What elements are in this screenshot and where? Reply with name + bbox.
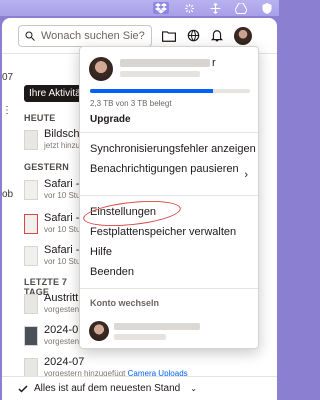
file-thumbnail [24, 180, 38, 200]
edge-text: ob [2, 189, 14, 200]
show-sync-errors-item[interactable]: Synchronisierungsfehler anzeigen [90, 143, 256, 155]
upgrade-link[interactable]: Upgrade [90, 114, 131, 125]
item-subtitle: jetzt hinzu [44, 141, 81, 150]
date-label: 07 [2, 72, 14, 83]
section-yesterday: GESTERN [24, 162, 69, 172]
file-thumbnail [24, 214, 38, 234]
globe-icon[interactable] [186, 29, 200, 43]
search-icon [25, 31, 35, 41]
file-thumbnail [24, 294, 38, 314]
item-subtitle: vor 10 Stu [44, 191, 81, 200]
item-title: Bildschi [44, 129, 82, 140]
sync-status-text: Alles ist auf dem neuesten Stand [34, 383, 181, 394]
sync-status-bar[interactable]: Alles ist auf dem neuesten Stand ⌄ [2, 376, 277, 400]
section-today: HEUTE [24, 113, 56, 123]
item-title: Austritt [44, 293, 79, 304]
divider [80, 195, 258, 196]
storage-progress-bar [90, 89, 250, 93]
item-subtitle: vor 10 Stu [44, 257, 81, 266]
redacted-email [120, 71, 200, 77]
pager-glyph: ⋮ [2, 105, 12, 116]
account-name-suffix: r [212, 57, 216, 69]
file-thumbnail [24, 246, 38, 266]
divider [80, 132, 258, 133]
redacted-account-email [114, 323, 200, 330]
folder-icon[interactable] [162, 29, 176, 43]
account-avatar [89, 57, 113, 81]
account-menu: r 2,3 TB von 3 TB belegt Upgrade Synchro… [79, 46, 259, 349]
sync-icon[interactable] [183, 2, 195, 14]
file-thumbnail [24, 358, 38, 378]
activity-panel: 07 ⋮ ob Ihre Aktivität HEUTE Bildschi jet… [2, 55, 188, 400]
move-icon[interactable] [209, 2, 221, 14]
chevron-right-icon: › [244, 169, 248, 181]
macos-menubar [0, 0, 279, 16]
file-thumbnail [24, 130, 38, 150]
other-account-avatar[interactable] [89, 321, 109, 341]
manage-storage-item[interactable]: Festplattenspeicher verwalten [90, 226, 236, 238]
redacted-account-name [114, 334, 166, 340]
quit-item[interactable]: Beenden [90, 266, 134, 278]
dropbox-icon[interactable] [153, 2, 169, 14]
checkmark-icon [18, 384, 28, 393]
storage-text: 2,3 TB von 3 TB belegt [90, 99, 172, 108]
switch-account-heading: Konto wechseln [90, 298, 160, 308]
drive-icon[interactable] [235, 2, 247, 14]
item-title: Safari - [44, 213, 80, 224]
account-header: r 2,3 TB von 3 TB belegt Upgrade [80, 47, 258, 132]
shield-icon[interactable] [261, 2, 273, 14]
item-title: 2024-07 [44, 357, 85, 368]
search-input[interactable]: Wonach suchen Sie? [18, 24, 152, 47]
avatar[interactable] [234, 26, 252, 45]
file-thumbnail [24, 326, 38, 346]
item-subtitle: vor 10 Stu [44, 225, 81, 234]
item-title: Safari - [44, 179, 80, 190]
help-item[interactable]: Hilfe [90, 246, 112, 258]
chevron-down-icon[interactable]: ⌄ [190, 384, 197, 393]
search-placeholder: Wonach suchen Sie? [41, 29, 145, 42]
divider [80, 288, 258, 289]
item-title: Safari - [44, 245, 80, 256]
bell-icon[interactable] [210, 29, 224, 43]
storage-progress-fill [90, 89, 214, 93]
redacted-name [120, 59, 210, 67]
item-subtitle: vorgesten [44, 305, 80, 314]
pause-notifications-item[interactable]: Benachrichtigungen pausieren [90, 163, 240, 175]
